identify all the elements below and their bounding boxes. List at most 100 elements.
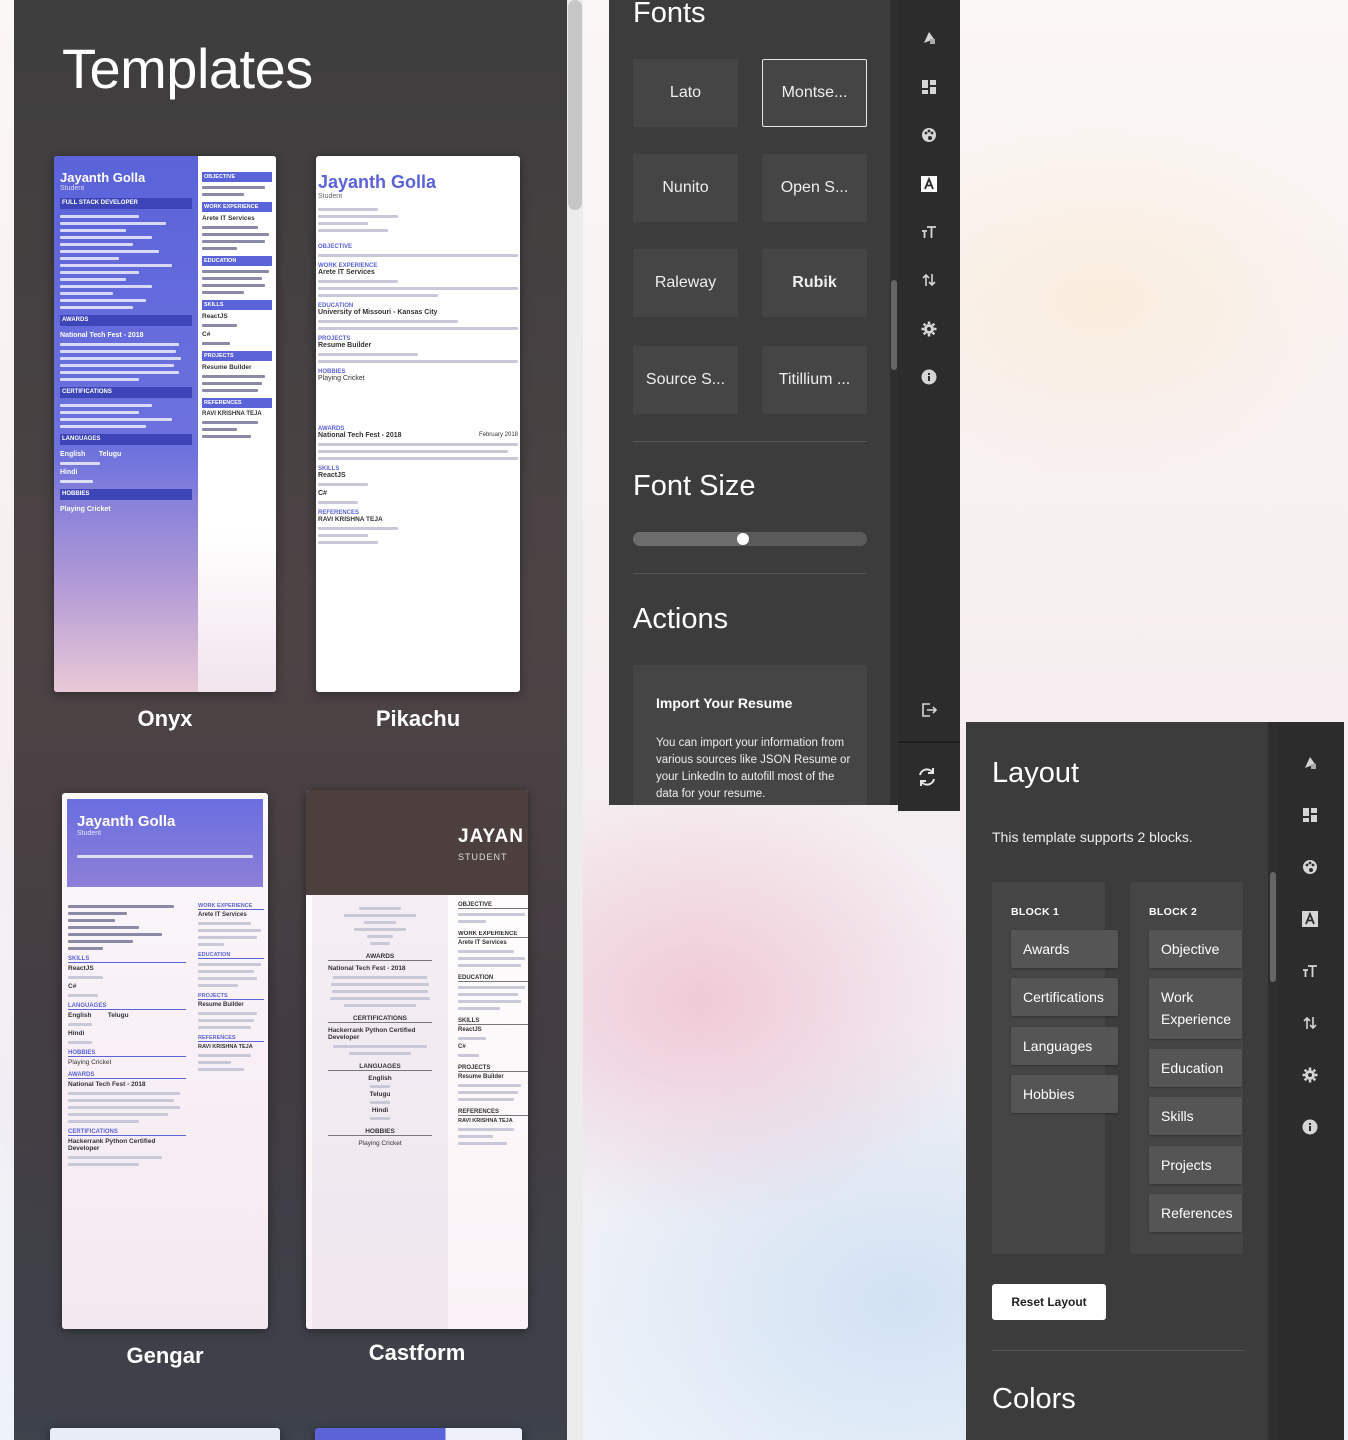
font-size-slider[interactable]: [633, 532, 867, 546]
fonts-scrollbar-thumb[interactable]: [891, 280, 897, 370]
settings-icon[interactable]: [918, 318, 940, 340]
layout-item-skills[interactable]: Skills: [1149, 1097, 1242, 1135]
font-size-slider-handle[interactable]: [736, 533, 749, 545]
layout-item-references[interactable]: References: [1149, 1194, 1242, 1232]
font-size-icon[interactable]: [1299, 960, 1321, 982]
pikachu-person-name: Jayanth Golla: [318, 172, 437, 192]
fonts-scrollbar[interactable]: [890, 0, 898, 805]
onyx-language-1: English: [60, 451, 86, 458]
layout-item-work-experience[interactable]: Work Experience: [1149, 978, 1242, 1039]
font-option-nunito[interactable]: Nunito: [633, 154, 738, 222]
template-name-onyx: Onyx: [137, 706, 193, 731]
template-next-left[interactable]: [50, 1428, 280, 1440]
block-2-label: BLOCK 2: [1149, 906, 1198, 918]
gengar-hobby-1: Playing Cricket: [68, 1059, 112, 1066]
layout-scrollbar-thumb[interactable]: [1270, 872, 1276, 982]
layout-item-hobbies[interactable]: Hobbies: [1011, 1075, 1118, 1113]
about-icon[interactable]: [918, 366, 940, 388]
onyx-references-heading: REFERENCES: [202, 398, 272, 408]
template-pikachu[interactable]: Jayanth Golla Student OBJECTIVE WORK EXP…: [316, 156, 520, 692]
onyx-projects-heading: PROJECTS: [202, 351, 272, 361]
gengar-skill-1: ReactJS: [68, 965, 94, 972]
font-option-montserrat[interactable]: Montse...: [762, 59, 867, 127]
onyx-skill-1: ReactJS: [202, 313, 228, 320]
layout-item-projects[interactable]: Projects: [1149, 1146, 1242, 1184]
font-option-open-sans[interactable]: Open S...: [762, 154, 867, 222]
layout-subtitle: This template supports 2 blocks.: [992, 829, 1193, 845]
template-next-right[interactable]: [315, 1428, 522, 1440]
font-size-icon[interactable]: [918, 221, 940, 243]
onyx-headline: FULL STACK DEVELOPER: [60, 198, 192, 209]
onyx-person-name: Jayanth Golla: [60, 170, 146, 185]
layout-heading: Layout: [992, 757, 1080, 789]
gengar-work-heading: WORK EXPERIENCE: [198, 903, 264, 910]
templates-panel: Templates Jayanth Golla Student FULL STA…: [14, 0, 567, 1440]
actions-icon[interactable]: [918, 269, 940, 291]
font-option-rubik[interactable]: Rubik: [762, 249, 867, 317]
colors-icon[interactable]: [918, 124, 940, 146]
templates-icon[interactable]: [1299, 752, 1321, 774]
castform-person-role: STUDENT: [458, 852, 508, 862]
layout-item-education[interactable]: Education: [1149, 1049, 1242, 1087]
layout-item-objective[interactable]: Objective: [1149, 930, 1242, 968]
layout-item-awards[interactable]: Awards: [1011, 930, 1118, 968]
fonts-divider: [633, 441, 867, 442]
layout-icon[interactable]: [918, 76, 940, 98]
fonts-icon[interactable]: [918, 173, 940, 195]
onyx-language-2: Telugu: [98, 451, 122, 458]
templates-scrollbar-thumb[interactable]: [568, 0, 582, 210]
sync-icon[interactable]: [916, 766, 938, 788]
reset-layout-button[interactable]: Reset Layout: [992, 1284, 1106, 1320]
template-gengar[interactable]: Jayanth Golla Student SKILLS ReactJS C# …: [62, 793, 268, 1329]
import-resume-title: Import Your Resume: [656, 695, 793, 711]
colors-icon[interactable]: [1299, 856, 1321, 878]
gengar-language-1: English: [68, 1012, 92, 1019]
pikachu-reference-name: RAVI KRISHNA TEJA: [318, 516, 383, 523]
about-icon[interactable]: [1299, 1116, 1321, 1138]
castform-awards-heading: AWARDS: [328, 953, 432, 961]
castform-skills-heading: SKILLS: [458, 1018, 528, 1025]
templates-scrollbar[interactable]: [567, 0, 583, 1440]
gengar-cert-title: Hackerrank Python Certified Developer: [68, 1138, 156, 1152]
gengar-person-role: Student: [77, 830, 102, 837]
castform-objective-heading: OBJECTIVE: [458, 902, 528, 909]
font-option-titillium[interactable]: Titillium ...: [762, 346, 867, 414]
layout-icon[interactable]: [1299, 804, 1321, 826]
gengar-references-heading: REFERENCES: [198, 1035, 264, 1042]
template-onyx[interactable]: Jayanth Golla Student FULL STACK DEVELOP…: [54, 156, 276, 692]
onyx-hobbies-heading: HOBBIES: [60, 489, 192, 500]
pikachu-skill-1: ReactJS: [318, 472, 346, 479]
template-castform[interactable]: JAYAN STUDENT AWARDS National Tech Fest …: [306, 790, 528, 1329]
fonts-icon[interactable]: [1299, 908, 1321, 930]
font-option-lato[interactable]: Lato: [633, 59, 738, 127]
onyx-person-role: Student: [60, 185, 85, 192]
gengar-languages-heading: LANGUAGES: [68, 1003, 186, 1010]
sidebar-divider: [898, 741, 960, 743]
castform-language-2: Telugu: [369, 1091, 391, 1098]
gengar-reference-name: RAVI KRISHNA TEJA: [198, 1044, 253, 1050]
castform-references-heading: REFERENCES: [458, 1109, 528, 1116]
pikachu-education-school: University of Missouri - Kansas City: [318, 309, 438, 316]
import-resume-description: You can import your information from var…: [656, 737, 851, 800]
font-option-source-sans[interactable]: Source S...: [633, 346, 738, 414]
gengar-project-title: Resume Builder: [198, 1002, 244, 1008]
logout-icon[interactable]: [918, 699, 940, 721]
castform-award-title: National Tech Fest - 2018: [328, 965, 406, 972]
font-size-divider: [633, 573, 867, 574]
layout-scrollbar[interactable]: [1268, 722, 1278, 1440]
gengar-projects-heading: PROJECTS: [198, 993, 264, 1000]
onyx-hobby-1: Playing Cricket: [60, 506, 111, 513]
templates-icon[interactable]: [918, 27, 940, 49]
actions-icon[interactable]: [1299, 1012, 1321, 1034]
template-name-pikachu: Pikachu: [375, 706, 461, 731]
layout-item-certifications[interactable]: Certifications: [1011, 978, 1118, 1016]
castform-projects-heading: PROJECTS: [458, 1065, 528, 1072]
gengar-awards-heading: AWARDS: [68, 1072, 186, 1079]
layout-item-languages[interactable]: Languages: [1011, 1027, 1118, 1065]
castform-hobby-1: Playing Cricket: [358, 1140, 402, 1147]
settings-icon[interactable]: [1299, 1064, 1321, 1086]
fonts-heading: Fonts: [633, 0, 706, 29]
castform-language-1: English: [368, 1075, 392, 1082]
templates-title: Templates: [62, 37, 313, 100]
font-option-raleway[interactable]: Raleway: [633, 249, 738, 317]
